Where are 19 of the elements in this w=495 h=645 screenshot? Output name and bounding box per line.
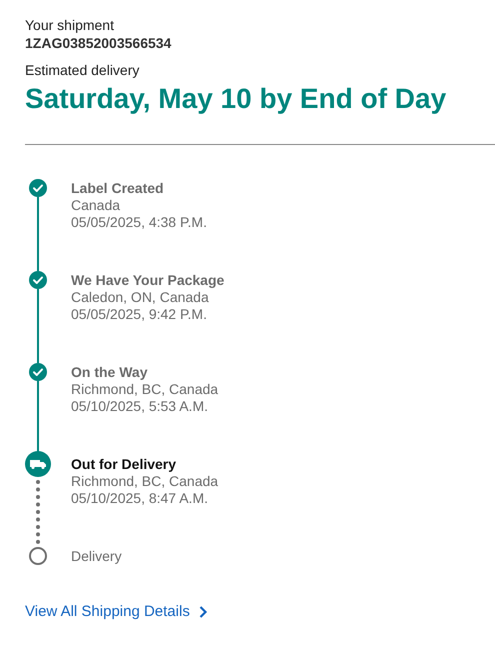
step-location: Richmond, BC, Canada bbox=[71, 381, 218, 398]
chevron-right-icon bbox=[198, 604, 208, 618]
step-title: Label Created bbox=[71, 179, 165, 197]
step-time: 05/05/2025, 9:42 P.M. bbox=[71, 306, 208, 323]
shipment-label: Your shipment bbox=[25, 16, 115, 34]
step-location: Richmond, BC, Canada bbox=[71, 473, 218, 490]
step-title: Delivery bbox=[71, 547, 122, 565]
step-title: We Have Your Package bbox=[71, 271, 224, 289]
estimated-delivery-label: Estimated delivery bbox=[25, 61, 140, 79]
step-title: Out for Delivery bbox=[71, 455, 178, 473]
delivery-date: Saturday, May 10 by End of Day bbox=[25, 82, 448, 116]
tracking-number: 1ZAG03852003566534 bbox=[25, 34, 172, 52]
step-title: On the Way bbox=[71, 363, 148, 381]
step-time: 05/10/2025, 8:47 A.M. bbox=[71, 490, 209, 507]
step-time: 05/05/2025, 4:38 P.M. bbox=[71, 214, 207, 231]
step-time: 05/10/2025, 5:53 A.M. bbox=[71, 398, 209, 415]
step-location: Canada bbox=[71, 197, 122, 214]
shipping-details-link[interactable]: View All Shipping Details bbox=[25, 603, 208, 620]
step-location: Caledon, ON, Canada bbox=[71, 289, 210, 306]
